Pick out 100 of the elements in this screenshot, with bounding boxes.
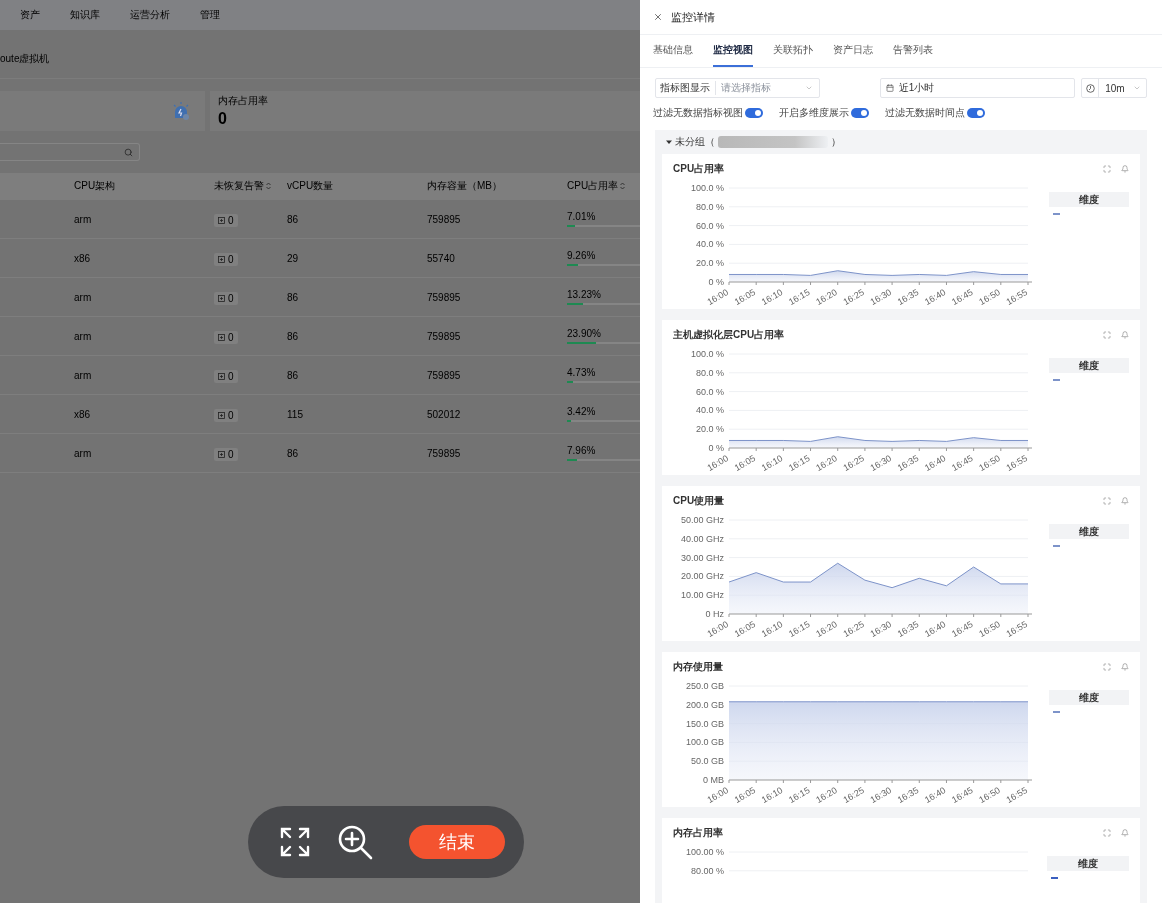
select-placeholder: 请选择指标 — [721, 81, 772, 95]
table-cell-text: x86 — [74, 252, 92, 264]
caret-icon[interactable] — [666, 139, 672, 145]
legend-header: 维度 — [1049, 358, 1129, 373]
toggle-switch[interactable] — [967, 108, 985, 118]
expand-icon[interactable] — [280, 827, 310, 857]
tab[interactable]: 基础信息 — [653, 35, 693, 67]
axis-label: 0 MB — [703, 775, 724, 785]
alert-tag: 0 — [214, 214, 238, 227]
chevron-down-icon — [804, 84, 813, 92]
chart-title: CPU使用量 — [673, 493, 725, 508]
chart-title: 主机虚拟化层CPU占用率 — [673, 327, 785, 342]
table-cell-text: x86 — [74, 408, 92, 420]
legend-marker — [1053, 379, 1060, 381]
table-cell-text: 13.23% — [567, 289, 602, 300]
axis-label: 100.0 GB — [685, 737, 724, 748]
nav-item[interactable]: 管理 — [200, 8, 220, 22]
bell-icon[interactable] — [1121, 164, 1129, 173]
nav-item[interactable]: 资产 — [20, 8, 40, 22]
alert-tag: 0 — [214, 409, 238, 422]
table-cell-text: 759895 — [427, 291, 462, 303]
alert-tag: 0 — [214, 253, 238, 266]
column-header: CPU架构 — [74, 179, 117, 193]
legend-header: 维度 — [1049, 192, 1129, 207]
axis-label: 100.0 % — [690, 349, 724, 359]
legend-marker — [1051, 877, 1059, 879]
table-cell-text: 502012 — [427, 408, 462, 420]
tab[interactable]: 告警列表 — [893, 35, 933, 67]
table-cell-text: arm — [74, 447, 93, 459]
bell-icon[interactable] — [1121, 662, 1129, 671]
axis-label: 150.0 GB — [685, 718, 724, 729]
table-cell-text: arm — [74, 369, 93, 381]
table-cell-text: arm — [74, 213, 93, 225]
table-cell-text: 86 — [287, 369, 300, 381]
axis-label: 40.00 GHz — [680, 533, 724, 544]
fullscreen-icon[interactable] — [1103, 330, 1111, 339]
alert-icon — [218, 451, 225, 458]
table-cell-text: 759895 — [427, 213, 462, 225]
search-field[interactable] — [0, 143, 140, 161]
table-cell-text: 86 — [287, 330, 300, 342]
column-header[interactable]: 未恢复告警 — [214, 179, 287, 193]
alert-tag: 0 — [214, 370, 238, 383]
alert-icon — [218, 412, 225, 419]
table-cell-text: 9.26% — [567, 250, 597, 261]
table-cell-text: 759895 — [427, 369, 462, 381]
alert-tag: 0 — [214, 331, 238, 344]
time-range-field[interactable]: 近1小时 — [879, 78, 1076, 98]
legend-header: 维度 — [1049, 690, 1129, 705]
axis-label: 100.00 % — [685, 847, 724, 857]
axis-label: 100.0 % — [690, 183, 724, 193]
search-icon — [124, 147, 133, 157]
fullscreen-icon[interactable] — [1103, 828, 1111, 837]
table-cell-text: 86 — [287, 213, 300, 225]
fullscreen-icon[interactable] — [1103, 662, 1111, 671]
axis-label: 200.0 GB — [685, 699, 724, 710]
axis-label: 50.0 GB — [690, 756, 724, 767]
timer-icon — [1085, 83, 1095, 93]
fullscreen-icon[interactable] — [1103, 164, 1111, 173]
bell-icon[interactable] — [1121, 330, 1129, 339]
axis-label: 80.0 % — [695, 201, 724, 212]
alert-icon — [218, 295, 225, 302]
alert-icon — [218, 256, 225, 263]
axis-label: 80.00 % — [690, 865, 724, 876]
metric-select[interactable]: 指标图显示 请选择指标 — [655, 78, 820, 98]
table-cell-text: 4.73% — [567, 367, 597, 378]
group-label-end: ） — [831, 135, 841, 149]
axis-label: 60.0 % — [695, 386, 724, 397]
select-label: 指标图显示 — [660, 81, 716, 95]
toggle-label: 过滤无数据指标视图 — [653, 106, 743, 120]
legend-marker — [1053, 545, 1060, 547]
nav-item[interactable]: 运营分析 — [130, 8, 170, 22]
bell-icon[interactable] — [1121, 828, 1129, 837]
axis-label: 20.0 % — [695, 258, 724, 269]
calendar-icon — [885, 84, 894, 92]
tab[interactable]: 资产日志 — [833, 35, 873, 67]
refresh-select[interactable]: 10m — [1081, 78, 1147, 98]
stat-label: 内存占用率 — [218, 94, 268, 108]
nav-item[interactable]: 知识库 — [70, 8, 100, 22]
fullscreen-icon[interactable] — [1103, 496, 1111, 505]
toggle-switch[interactable] — [851, 108, 869, 118]
toggle-switch[interactable] — [745, 108, 763, 118]
tab[interactable]: 关联拓扑 — [773, 35, 813, 67]
column-header[interactable]: CPU占用率 — [567, 179, 640, 193]
table-cell-text: 29 — [287, 252, 300, 264]
page-title: oute虚拟机 — [0, 52, 50, 66]
table-cell-text: 7.01% — [567, 211, 597, 222]
time-range-value: 近1小时 — [898, 81, 935, 95]
bell-icon[interactable] — [1121, 496, 1129, 505]
axis-label: 0 % — [708, 443, 724, 453]
column-header: 内存容量（MB） — [427, 179, 503, 193]
legend-header: 维度 — [1047, 856, 1129, 871]
zoom-in-icon[interactable] — [337, 824, 373, 860]
axis-label: 10.00 GHz — [680, 590, 724, 601]
tab[interactable]: 监控视图 — [713, 35, 753, 67]
close-icon[interactable] — [653, 12, 663, 22]
toggle-label: 过滤无数据时间点 — [885, 106, 965, 120]
drawer-title: 监控详情 — [671, 9, 715, 25]
legend-header: 维度 — [1049, 524, 1129, 539]
table-cell-text: 86 — [287, 447, 300, 459]
axis-label: 40.0 % — [695, 239, 724, 250]
